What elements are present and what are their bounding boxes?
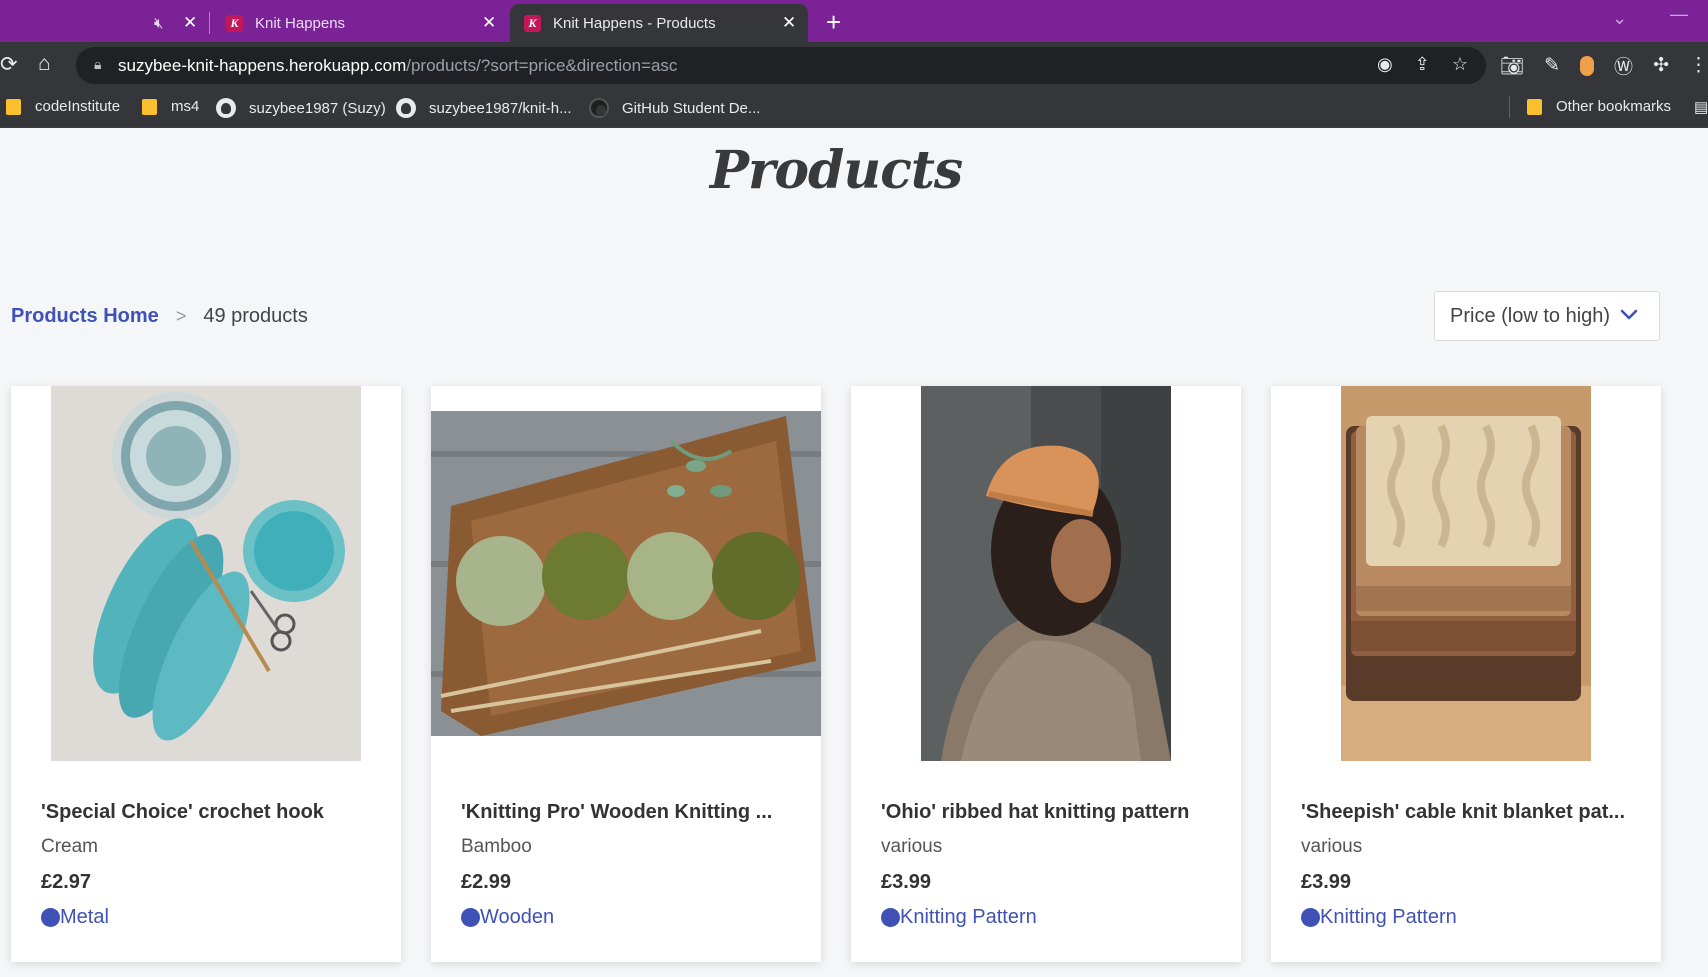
tab-separator xyxy=(209,12,210,34)
product-colour: Cream xyxy=(41,836,99,857)
home-icon[interactable]: ⌂ xyxy=(38,52,51,76)
product-image[interactable] xyxy=(1341,386,1591,761)
sort-selected-value: Price (low to high) xyxy=(1450,304,1611,327)
product-category-link[interactable]: Metal xyxy=(41,906,109,929)
chevron-down-icon xyxy=(1620,309,1638,320)
close-tab-icon[interactable]: ✕ xyxy=(482,13,496,33)
folder-icon xyxy=(142,98,157,115)
product-card[interactable]: 'Special Choice' crochet hook Cream £2.9… xyxy=(11,386,401,962)
bookmark-github-student[interactable]: GitHub Student De... xyxy=(589,98,760,118)
product-price: £2.99 xyxy=(461,871,512,893)
close-tab-icon[interactable]: ✕ xyxy=(782,13,796,33)
knit-happens-favicon-icon: K xyxy=(524,14,541,32)
tab-title: Knit Happens xyxy=(255,14,346,32)
product-name[interactable]: 'Sheepish' cable knit blanket pat... xyxy=(1301,801,1641,824)
product-price: £2.97 xyxy=(41,871,92,893)
page-title: Products xyxy=(709,140,963,201)
product-card[interactable]: 'Knitting Pro' Wooden Knitting ... Bambo… xyxy=(431,386,821,962)
product-name[interactable]: 'Knitting Pro' Wooden Knitting ... xyxy=(461,801,801,824)
bookmarks-bar: codeInstitute ms4 suzybee1987 (Suzy) suz… xyxy=(0,89,1708,128)
bookmark-star-icon[interactable]: ☆ xyxy=(1452,54,1468,75)
product-category-link[interactable]: Knitting Pattern xyxy=(1301,906,1457,929)
category-dot-icon xyxy=(41,908,60,927)
bookmark-ms4[interactable]: ms4 xyxy=(142,98,199,115)
product-count: 49 products xyxy=(203,305,308,327)
sort-select[interactable]: Price (low to high) xyxy=(1434,291,1660,341)
browser-tab-products-active[interactable]: K Knit Happens - Products ✕ xyxy=(510,4,808,42)
bookmark-suzybee-profile[interactable]: suzybee1987 (Suzy) xyxy=(216,98,386,118)
close-tab-icon[interactable]: ✕ xyxy=(183,13,197,33)
wappalyzer-extension-icon[interactable]: Ⓦ xyxy=(1614,52,1633,79)
puzzle-extensions-icon[interactable]: ✣ xyxy=(1653,54,1669,77)
product-image[interactable] xyxy=(431,411,821,736)
bookmark-codeinstitute[interactable]: codeInstitute xyxy=(6,98,120,115)
product-image[interactable] xyxy=(51,386,361,761)
product-colour: various xyxy=(881,836,943,857)
breadcrumb: Products Home > 49 products xyxy=(11,305,308,328)
product-price: £3.99 xyxy=(881,871,932,893)
product-category-link[interactable]: Knitting Pattern xyxy=(881,906,1037,929)
product-price: £3.99 xyxy=(1301,871,1352,893)
reading-list-icon[interactable]: ▤ xyxy=(1694,98,1708,116)
eye-slash-icon[interactable]: ◉ xyxy=(1377,54,1393,75)
url-text: suzybee-knit-happens.herokuapp.com/produ… xyxy=(118,56,678,75)
github-icon xyxy=(589,98,609,118)
address-bar[interactable]: 🔒︎ suzybee-knit-happens.herokuapp.com/pr… xyxy=(76,47,1486,84)
menu-icon[interactable]: ⋮ xyxy=(1689,54,1708,77)
product-name[interactable]: 'Ohio' ribbed hat knitting pattern xyxy=(881,801,1221,824)
breadcrumb-separator: > xyxy=(175,306,187,326)
tab-search-chevron-icon[interactable]: ⌄ xyxy=(1612,8,1627,29)
bookmark-knit-happens-repo[interactable]: suzybee1987/knit-h... xyxy=(396,98,572,118)
browser-toolbar: ⟳ ⌂ 🔒︎ suzybee-knit-happens.herokuapp.co… xyxy=(0,42,1708,89)
browser-tab-pinned[interactable]: 🔇︎ ✕ xyxy=(0,4,205,42)
knit-happens-favicon-icon: K xyxy=(226,14,243,32)
category-dot-icon xyxy=(1301,908,1320,927)
tab-title: Knit Happens - Products xyxy=(553,14,716,32)
product-card[interactable]: 'Sheepish' cable knit blanket pat... var… xyxy=(1271,386,1661,962)
bookmarks-divider xyxy=(1509,96,1510,118)
product-colour: various xyxy=(1301,836,1363,857)
browser-tab-bar: 🔇︎ ✕ K Knit Happens ✕ K Knit Happens - P… xyxy=(0,0,1708,42)
pen-extension-icon[interactable]: ✎ xyxy=(1544,54,1560,77)
product-colour: Bamboo xyxy=(461,836,532,857)
lock-icon[interactable]: 🔒︎ xyxy=(94,56,101,73)
products-home-link[interactable]: Products Home xyxy=(11,305,159,328)
minimize-window-icon[interactable]: — xyxy=(1670,4,1688,25)
camera-extension-icon[interactable]: 📷︎ xyxy=(1500,54,1524,78)
github-icon xyxy=(216,98,236,118)
github-icon xyxy=(396,98,416,118)
reload-icon[interactable]: ⟳ xyxy=(0,52,18,77)
folder-icon xyxy=(1527,98,1542,115)
share-icon[interactable]: ⇪ xyxy=(1415,54,1430,75)
product-card[interactable]: 'Ohio' ribbed hat knitting pattern vario… xyxy=(851,386,1241,962)
colorpick-extension-icon[interactable] xyxy=(1580,55,1595,76)
product-name[interactable]: 'Special Choice' crochet hook xyxy=(41,801,381,824)
bookmark-other-bookmarks[interactable]: Other bookmarks xyxy=(1527,98,1671,115)
category-dot-icon xyxy=(461,908,480,927)
new-tab-plus-icon[interactable]: + xyxy=(826,7,841,38)
category-dot-icon xyxy=(881,908,900,927)
product-image[interactable] xyxy=(921,386,1171,761)
muted-speaker-icon[interactable]: 🔇︎ xyxy=(154,15,163,32)
product-category-link[interactable]: Wooden xyxy=(461,906,554,929)
browser-tab-knit-happens[interactable]: K Knit Happens ✕ xyxy=(212,4,509,42)
folder-icon xyxy=(6,98,21,115)
